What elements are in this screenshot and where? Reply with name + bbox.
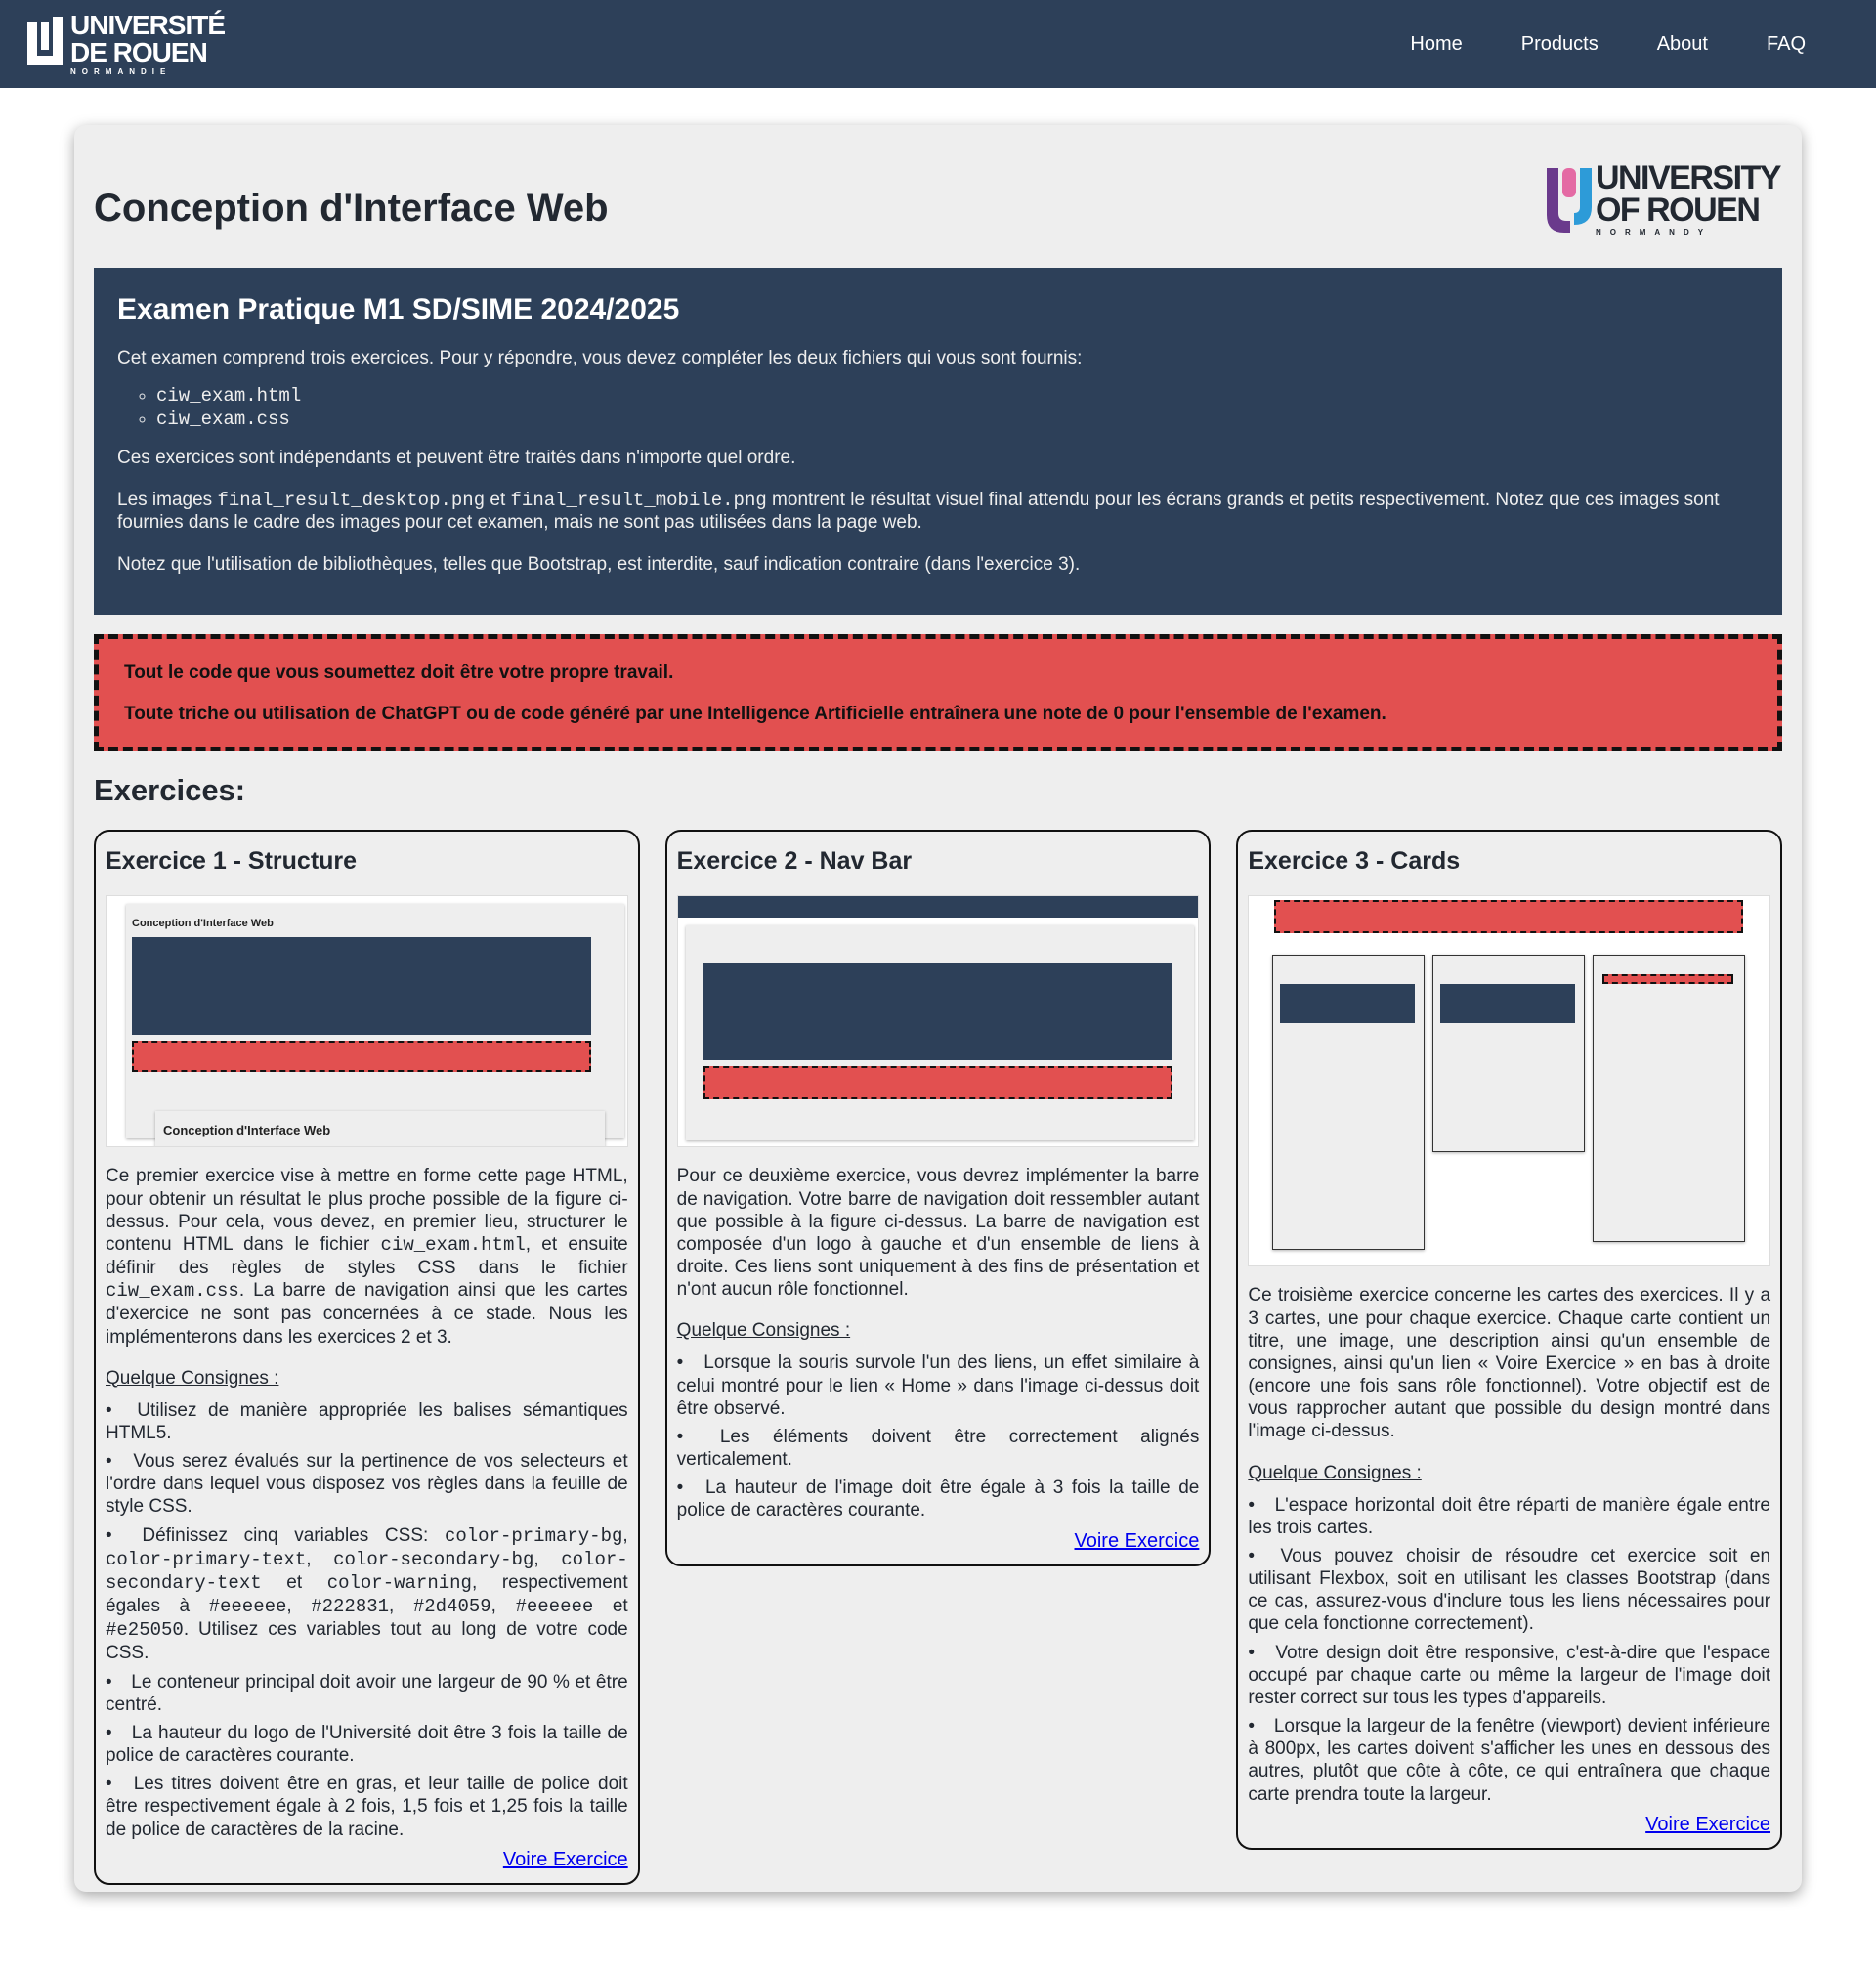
file-item-css: ciw_exam.css	[156, 407, 1759, 432]
card-description: Ce premier exercice vise à mettre en for…	[106, 1166, 628, 1348]
page-title: Conception d'Interface Web	[94, 186, 609, 230]
nav-link-products[interactable]: Products	[1492, 23, 1628, 65]
consigne-item: L'espace horizontal doit être réparti de…	[1248, 1494, 1770, 1539]
consignes-heading: Quelque Consignes :	[1248, 1462, 1422, 1483]
main-container: Conception d'Interface Web UNIVERSITY OF…	[74, 125, 1802, 1892]
consignes-list: Utilisez de manière appropriée les balis…	[106, 1399, 628, 1841]
university-logo-color: UNIVERSITY OF ROUEN NORMANDY	[1545, 159, 1782, 236]
logo-en-line-2: OF ROUEN	[1595, 191, 1761, 229]
exercises-title: Exercices:	[94, 773, 246, 808]
intro-heading: Examen Pratique M1 SD/SIME 2024/2025	[117, 293, 680, 325]
exercise-card-3: Exercice 3 - Cards Ce troisième exercice…	[1236, 830, 1783, 1850]
university-logo-icon	[27, 17, 63, 65]
page-header: Conception d'Interface Web UNIVERSITY OF…	[94, 145, 1782, 254]
card-description: Pour ce deuxième exercice, vous devrez i…	[676, 1166, 1200, 1301]
logo-line-2: DE ROUEN	[70, 37, 208, 67]
nav-link-faq[interactable]: FAQ	[1737, 23, 1835, 65]
file-item-html: ciw_exam.html	[156, 384, 1759, 408]
logo-line-1: UNIVERSITÉ	[70, 10, 226, 40]
intro-paragraph-1: Cet examen comprend trois exercices. Pou…	[117, 348, 1083, 368]
consigne-item: Les titres doivent être en gras, et leur…	[106, 1773, 628, 1841]
nav-links: Home Products About FAQ	[1381, 23, 1835, 65]
consigne-item: Vous serez évalués sur la pertinence de …	[106, 1450, 628, 1519]
card-title: Exercice 1 - Structure	[106, 847, 358, 876]
logo-line-3: NORMANDIE	[70, 67, 172, 76]
logo-en-line-3: NORMANDY	[1595, 228, 1713, 236]
intro-paragraph-3: Les images final_result_desktop.png et f…	[117, 489, 1720, 533]
intro-paragraph-2: Ces exercices sont indépendants et peuve…	[117, 448, 796, 469]
consigne-item: Définissez cinq variables CSS: color-pri…	[106, 1524, 628, 1665]
consigne-item: La hauteur du logo de l'Université doit …	[106, 1722, 628, 1767]
nav-link-home[interactable]: Home	[1381, 23, 1491, 65]
card-title: Exercice 2 - Nav Bar	[676, 847, 913, 876]
warning-line-2: Toute triche ou utilisation de ChatGPT o…	[124, 704, 1386, 725]
voire-exercice-link-3[interactable]: Voire Exercice	[1645, 1814, 1770, 1835]
consigne-item: Votre design doit être responsive, c'est…	[1248, 1642, 1770, 1710]
exercise-1-screenshot: Conception d'Interface Web Conception d'…	[106, 895, 628, 1148]
consignes-list: Lorsque la souris survole l'un des liens…	[677, 1351, 1200, 1521]
thumb-title-2: Conception d'Interface Web	[163, 1123, 331, 1138]
consignes-heading: Quelque Consignes :	[676, 1320, 851, 1342]
consigne-item: Vous pouvez choisir de résoudre cet exer…	[1248, 1545, 1770, 1636]
exercise-card-2: Exercice 2 - Nav Bar Pour ce deuxième ex…	[664, 830, 1212, 1566]
intro-section: Examen Pratique M1 SD/SIME 2024/2025 Cet…	[94, 268, 1782, 616]
consigne-item: Lorsque la souris survole l'un des liens…	[677, 1351, 1200, 1420]
consigne-item: Utilisez de manière appropriée les balis…	[106, 1399, 628, 1444]
consigne-item: Les éléments doivent être correctement a…	[677, 1426, 1200, 1471]
exercise-cards: Exercice 1 - Structure Conception d'Inte…	[94, 830, 1783, 1885]
university-logo-text: UNIVERSITÉ DE ROUEN NORMANDIE	[70, 10, 226, 76]
card-title: Exercice 3 - Cards	[1248, 847, 1461, 876]
card-link-row: Voire Exercice	[1248, 1814, 1770, 1836]
card-link-row: Voire Exercice	[106, 1849, 628, 1871]
exercise-card-1: Exercice 1 - Structure Conception d'Inte…	[94, 830, 640, 1885]
file-list: ciw_exam.html ciw_exam.css	[117, 384, 1759, 432]
university-logo[interactable]: UNIVERSITÉ DE ROUEN NORMANDIE	[23, 10, 226, 76]
intro-paragraph-4: Notez que l'utilisation de bibliothèques…	[117, 553, 1081, 575]
consigne-item: La hauteur de l'image doit être égale à …	[677, 1477, 1200, 1521]
warning-line-1: Tout le code que vous soumettez doit êtr…	[124, 663, 674, 684]
consigne-item: Lorsque la largeur de la fenêtre (viewpo…	[1248, 1715, 1770, 1806]
top-navbar: UNIVERSITÉ DE ROUEN NORMANDIE Home Produ…	[0, 0, 1876, 88]
voire-exercice-link-2[interactable]: Voire Exercice	[1075, 1530, 1200, 1552]
consignes-heading: Quelque Consignes :	[106, 1367, 279, 1389]
consignes-list: L'espace horizontal doit être réparti de…	[1248, 1494, 1770, 1806]
nav-link-about[interactable]: About	[1628, 23, 1737, 65]
voire-exercice-link-1[interactable]: Voire Exercice	[503, 1849, 628, 1870]
exercise-2-screenshot	[676, 895, 1200, 1148]
university-color-logo-icon	[1546, 168, 1592, 233]
thumb-title: Conception d'Interface Web	[132, 918, 274, 930]
consigne-item: Le conteneur principal doit avoir une la…	[106, 1671, 628, 1716]
card-description: Ce troisième exercice concerne les carte…	[1248, 1285, 1771, 1442]
warning-box: Tout le code que vous soumettez doit êtr…	[94, 634, 1782, 752]
logo-en-line-1: UNIVERSITY	[1595, 159, 1782, 197]
exercise-3-screenshot	[1248, 895, 1771, 1267]
card-link-row: Voire Exercice	[677, 1530, 1200, 1553]
